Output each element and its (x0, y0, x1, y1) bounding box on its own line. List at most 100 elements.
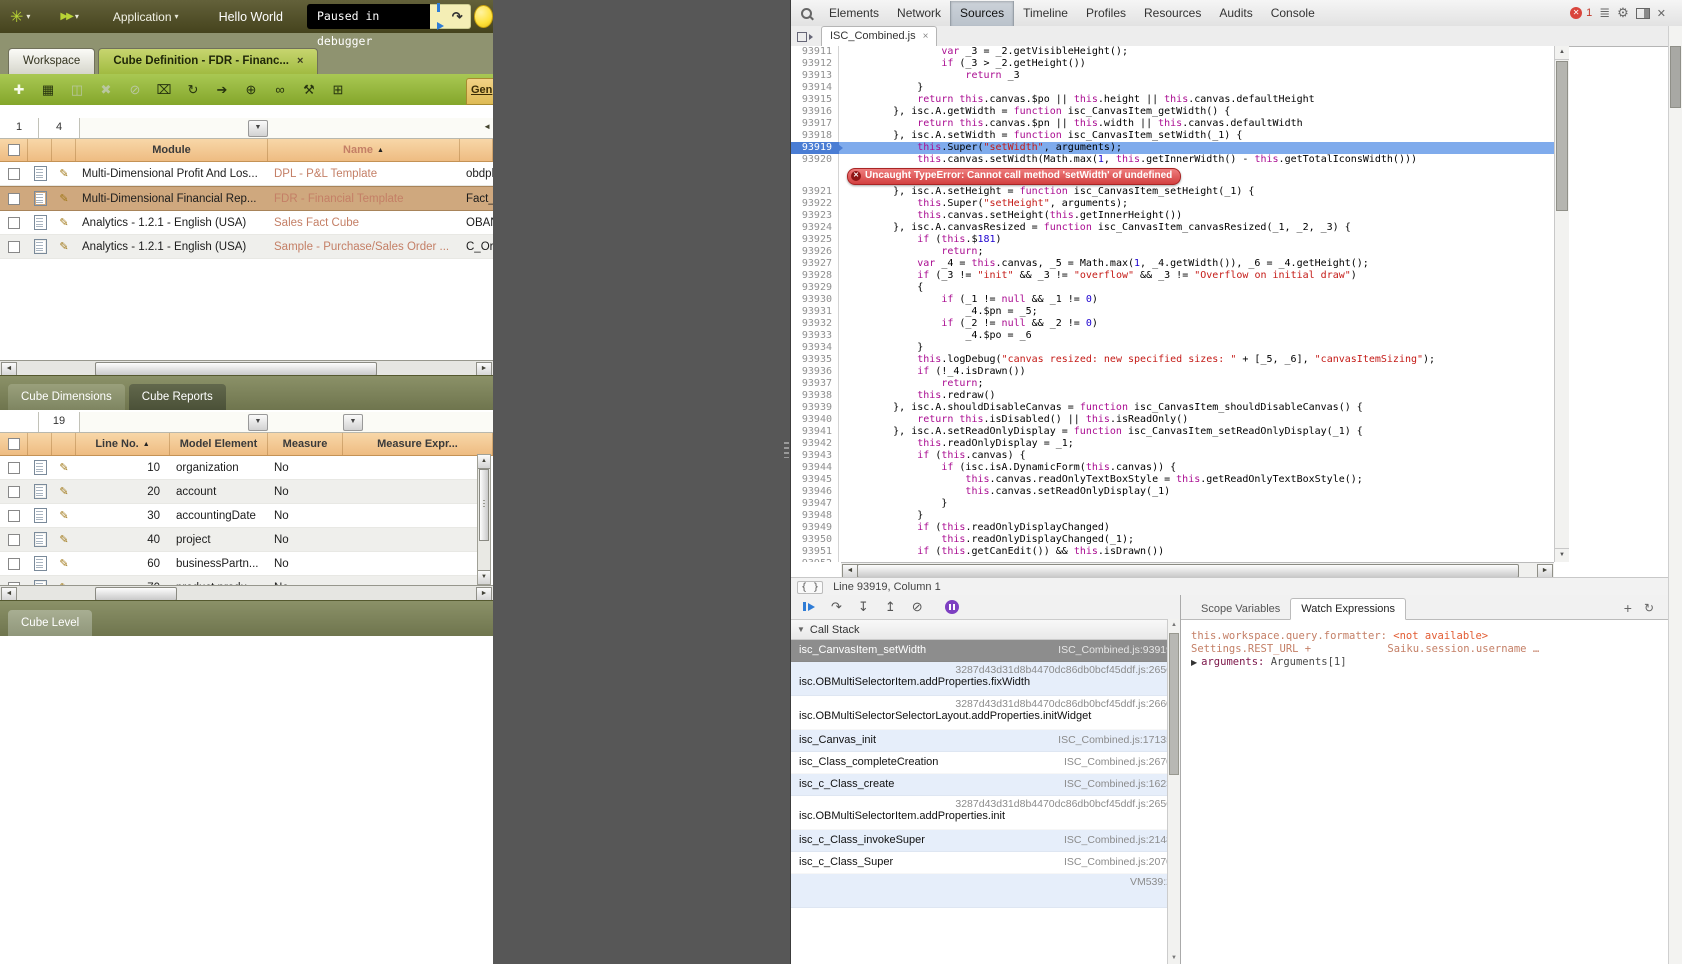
scroll-up-icon[interactable]: ▲ (1555, 46, 1569, 60)
line-number[interactable]: 93931 (791, 306, 839, 318)
deactivate-breakpoints-icon[interactable]: ⊘ (912, 599, 923, 615)
select-all-checkbox[interactable] (8, 438, 20, 450)
console-drawer-icon[interactable]: ≣ (1599, 5, 1610, 21)
pause-on-exceptions-icon[interactable] (945, 600, 959, 614)
close-icon[interactable]: ✕ (1657, 7, 1666, 20)
line-number[interactable]: 93919 (791, 142, 839, 154)
tab-sources[interactable]: Sources (950, 1, 1014, 26)
edit-icon[interactable]: ✎ (59, 557, 68, 570)
code-line[interactable]: 93948 } (791, 510, 1554, 522)
call-stack-frame[interactable]: isc_c_Class_createISC_Combined.js:1623 (791, 774, 1180, 796)
code-line[interactable]: 93931 _4.$pn = _5; (791, 306, 1554, 318)
select-all-checkbox[interactable] (8, 144, 20, 156)
line-number[interactable]: 93911 (791, 46, 839, 58)
editor-horizontal-scrollbar[interactable]: ◄ ► (841, 562, 1554, 578)
tab-console[interactable]: Console (1262, 1, 1324, 26)
line-number[interactable]: 93946 (791, 486, 839, 498)
step-over-icon[interactable]: ↷ (831, 599, 842, 615)
column-header-measure[interactable]: Measure (268, 433, 343, 455)
code-line[interactable]: 93914 } (791, 82, 1554, 94)
line-number[interactable]: 93926 (791, 246, 839, 258)
code-line[interactable]: 93944 if (isc.isA.DynamicForm(this.canva… (791, 462, 1554, 474)
file-tab-isc-combined[interactable]: ISC_Combined.js× (821, 26, 937, 47)
line-number[interactable]: 93918 (791, 130, 839, 142)
refresh-watch-icon[interactable]: ↻ (1644, 601, 1654, 615)
scrollbar-thumb[interactable] (857, 564, 1519, 578)
call-stack-frame[interactable]: isc_Canvas_initISC_Combined.js:17135 (791, 730, 1180, 752)
column-header-module[interactable]: Module (76, 139, 268, 161)
scroll-up-icon[interactable]: ▲ (478, 455, 490, 469)
column-header-line-no[interactable]: Line No.▲ (76, 433, 170, 455)
scrollbar-thumb[interactable] (479, 469, 489, 541)
line-number[interactable]: 93914 (791, 82, 839, 94)
line-number[interactable]: 93921 (791, 186, 839, 198)
table-row[interactable]: ✎40projectNo (0, 528, 477, 552)
expand-arrow-icon[interactable]: ▶ (1191, 658, 1197, 667)
filter-dropdown-icon[interactable]: ▼ (343, 414, 363, 431)
call-stack-frame[interactable]: isc_Class_completeCreationISC_Combined.j… (791, 752, 1180, 774)
app-logo-icon[interactable]: ✳ (10, 7, 23, 27)
row-checkbox[interactable] (8, 217, 20, 229)
row-checkbox[interactable] (8, 510, 20, 522)
pretty-print-icon[interactable]: { } (797, 581, 823, 594)
code-line[interactable]: 93946 this.canvas.setReadOnlyDisplay(_1) (791, 486, 1554, 498)
step-into-icon[interactable]: ↧ (858, 599, 869, 615)
filter-dropdown-icon[interactable]: ▼ (248, 120, 268, 137)
code-line[interactable]: 93939 }, isc.A.shouldDisableCanvas = fun… (791, 402, 1554, 414)
line-number[interactable]: 93934 (791, 342, 839, 354)
line-number[interactable]: 93915 (791, 94, 839, 106)
call-stack-header[interactable]: ▼ Call Stack (791, 620, 1180, 640)
column-header-measure-expr[interactable]: Measure Expr... (343, 433, 493, 455)
row-checkbox[interactable] (8, 241, 20, 253)
code-line[interactable]: 93912 if (_3 > _2.getHeight()) (791, 58, 1554, 70)
line-number[interactable]: 93942 (791, 438, 839, 450)
line-number[interactable]: 93950 (791, 534, 839, 546)
tab-timeline[interactable]: Timeline (1014, 1, 1077, 26)
subtab-cube-reports[interactable]: Cube Reports (129, 384, 226, 411)
line-number[interactable]: 93913 (791, 70, 839, 82)
error-count[interactable]: 1 (1586, 7, 1592, 19)
line-number[interactable]: 93929 (791, 282, 839, 294)
edit-icon[interactable]: ✎ (59, 216, 68, 229)
close-icon[interactable]: × (297, 55, 303, 67)
tab-workspace[interactable]: Workspace (8, 48, 95, 74)
code-line[interactable]: 93935 this.logDebug("canvas resized: new… (791, 354, 1554, 366)
new-record-icon[interactable]: ✚ (6, 78, 32, 102)
watch-expression[interactable]: Settings.REST_URL + Saiku.session.userna… (1191, 643, 1672, 656)
line-number[interactable]: 93922 (791, 198, 839, 210)
code-line[interactable]: 93947 } (791, 498, 1554, 510)
add-watch-icon[interactable]: + (1624, 600, 1632, 616)
code-line[interactable]: 93943 if (this.canvas) { (791, 450, 1554, 462)
call-stack-frame[interactable]: 3287d43d31d8b4470dc86db0bcf45ddf.js:2656… (791, 662, 1180, 696)
code-line[interactable]: 93933 _4.$po = _6 (791, 330, 1554, 342)
line-number[interactable]: 93923 (791, 210, 839, 222)
code-line[interactable]: 93950 this.readOnlyDisplayChanged(_1); (791, 534, 1554, 546)
code-line[interactable]: 93936 if (!_4.isDrawn()) (791, 366, 1554, 378)
horizontal-scrollbar[interactable]: ◄ ► (0, 360, 493, 376)
tab-audits[interactable]: Audits (1210, 1, 1261, 26)
search-icon[interactable] (801, 8, 812, 19)
collapse-filter-icon[interactable]: ◄ (483, 122, 491, 131)
code-line[interactable]: 93949 if (this.readOnlyDisplayChanged) (791, 522, 1554, 534)
call-stack-frame[interactable]: isc_CanvasItem_setWidthISC_Combined.js:9… (791, 640, 1180, 662)
line-number[interactable]: 93924 (791, 222, 839, 234)
code-line[interactable]: 93919 this.Super("setWidth", arguments); (791, 142, 1554, 154)
code-line[interactable]: 93945 this.canvas.readOnlyTextBoxStyle =… (791, 474, 1554, 486)
line-number[interactable]: 93944 (791, 462, 839, 474)
code-line[interactable]: 93940 return this.isDisabled() || this.i… (791, 414, 1554, 426)
line-number[interactable]: 93933 (791, 330, 839, 342)
close-icon[interactable]: × (923, 31, 929, 42)
edit-icon[interactable]: ✎ (59, 192, 68, 205)
line-number[interactable]: 93917 (791, 118, 839, 130)
window-scrollbar[interactable] (1668, 26, 1682, 964)
code-line[interactable]: 93928 if (_3 != "init" && _3 != "overflo… (791, 270, 1554, 282)
column-header-name[interactable]: Name▲ (268, 139, 460, 161)
delete-icon[interactable]: ⌧ (151, 78, 177, 102)
line-number[interactable]: 93940 (791, 414, 839, 426)
row-checkbox[interactable] (8, 486, 20, 498)
fast-forward-icon[interactable]: ▶▶ (60, 11, 71, 22)
row-checkbox[interactable] (8, 558, 20, 570)
refresh-icon[interactable]: ↻ (180, 78, 206, 102)
tab-network[interactable]: Network (888, 1, 950, 26)
scrollbar-thumb[interactable] (1670, 46, 1681, 108)
